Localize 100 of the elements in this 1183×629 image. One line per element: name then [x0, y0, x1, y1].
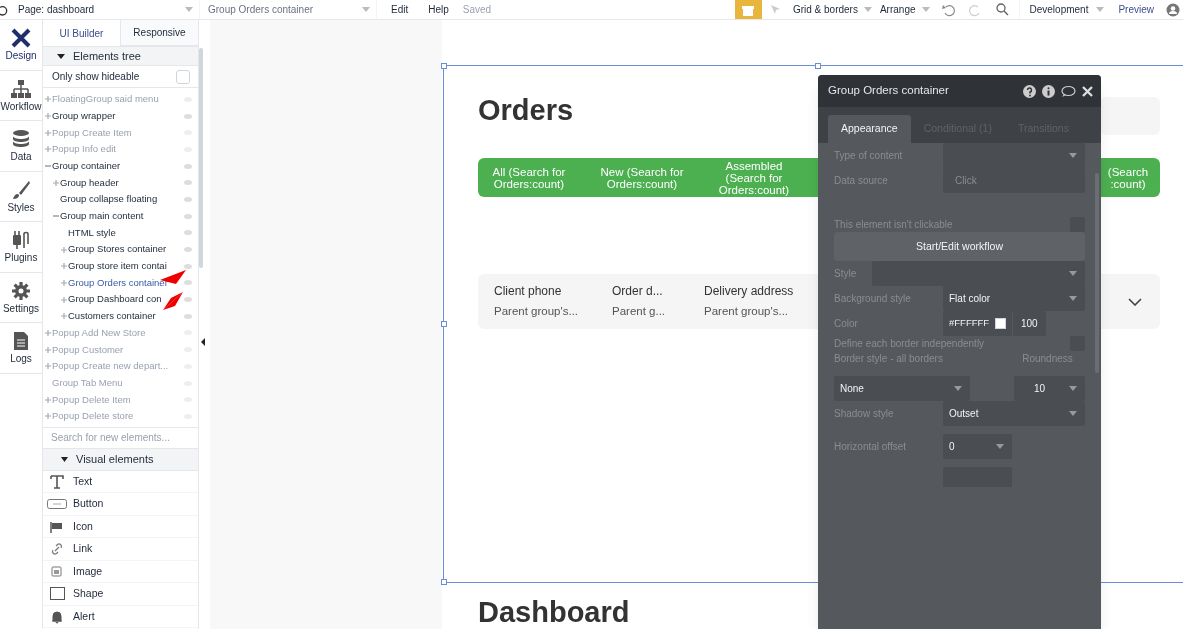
- comment-icon[interactable]: [1061, 84, 1076, 98]
- search-field[interactable]: Search for new elements...: [43, 426, 198, 449]
- eye-icon[interactable]: [184, 180, 192, 186]
- text-icon: [50, 474, 64, 489]
- eye-icon[interactable]: [184, 313, 192, 319]
- plus-icon[interactable]: [45, 329, 51, 336]
- plus-icon[interactable]: [45, 363, 51, 370]
- element-item[interactable]: Alert: [43, 605, 198, 629]
- info-icon[interactable]: [1042, 84, 1055, 98]
- tree-item[interactable]: Group header: [43, 174, 198, 192]
- cursor-icon[interactable]: [769, 3, 782, 16]
- checkbox[interactable]: [176, 69, 190, 84]
- plus-icon[interactable]: [61, 279, 67, 286]
- tree-item[interactable]: Group Orders container: [43, 274, 198, 292]
- section-header[interactable]: Visual elements: [43, 448, 198, 471]
- tree-item[interactable]: Group Dashboard con: [43, 291, 198, 308]
- close-icon[interactable]: [1082, 85, 1093, 97]
- resize-handle[interactable]: [441, 321, 447, 327]
- link-icon: [50, 542, 64, 556]
- color-field[interactable]: #FFFFFF 100: [943, 311, 1046, 336]
- environment-dropdown[interactable]: Development: [1018, 0, 1105, 19]
- plus-icon[interactable]: [45, 413, 51, 420]
- eye-icon[interactable]: [184, 163, 192, 169]
- resize-handle[interactable]: [441, 63, 447, 69]
- dropdown[interactable]: 10: [1014, 376, 1085, 401]
- editor-tab[interactable]: Appearance: [828, 115, 911, 143]
- redo-icon[interactable]: [967, 2, 982, 17]
- eye-icon[interactable]: [184, 280, 192, 286]
- panel-tab[interactable]: Responsive: [120, 20, 198, 46]
- dropdown[interactable]: None: [834, 376, 970, 401]
- eye-icon[interactable]: [184, 230, 192, 236]
- caret-icon: [185, 7, 193, 12]
- dropdown[interactable]: Flat color: [943, 286, 1085, 311]
- plus-icon[interactable]: [61, 246, 67, 253]
- plus-icon[interactable]: [61, 263, 67, 270]
- plus-icon[interactable]: [45, 346, 51, 353]
- editor-title: Group Orders container: [828, 83, 950, 99]
- plus-icon[interactable]: [45, 146, 51, 153]
- eye-icon[interactable]: [184, 297, 192, 303]
- dropdown[interactable]: [943, 143, 1085, 168]
- help-icon[interactable]: [1023, 84, 1036, 98]
- menu-item[interactable]: Help: [428, 2, 449, 17]
- brush-icon: [11, 179, 31, 200]
- element-item[interactable]: Text: [43, 470, 198, 494]
- caret-icon: [996, 444, 1004, 449]
- tree-item[interactable]: Group wrapper: [43, 107, 198, 125]
- flag-icon: [50, 519, 64, 534]
- resize-handle[interactable]: [815, 63, 821, 69]
- dropdown[interactable]: 0: [943, 434, 1012, 459]
- plus-icon[interactable]: [53, 179, 59, 186]
- tree-item[interactable]: Group store item contai: [43, 257, 198, 275]
- input-field[interactable]: Click: [943, 168, 1085, 193]
- dropdown[interactable]: Outset: [943, 401, 1085, 426]
- eye-icon[interactable]: [184, 247, 192, 253]
- chevron-down-icon[interactable]: [1128, 297, 1142, 306]
- tree-item[interactable]: Customers container: [43, 307, 198, 325]
- workflow-button[interactable]: Start/Edit workflow: [834, 232, 1085, 261]
- dropdown[interactable]: [872, 261, 1085, 286]
- triangle-icon: [57, 53, 65, 59]
- gift-button[interactable]: [734, 0, 762, 19]
- element-item[interactable]: Button: [43, 493, 198, 516]
- tree-item[interactable]: HTML style: [43, 224, 198, 242]
- collapse-icon[interactable]: [201, 338, 205, 346]
- column-value: Parent group's...: [494, 304, 580, 320]
- plus-icon[interactable]: [61, 296, 67, 303]
- tree-item[interactable]: Group container: [43, 157, 198, 175]
- column-value: Parent g...: [612, 304, 667, 320]
- tree-item[interactable]: Group Stores container: [43, 241, 198, 258]
- element-item[interactable]: Image: [43, 560, 198, 584]
- section-header[interactable]: Elements tree: [43, 46, 198, 66]
- element-item[interactable]: Shape: [43, 583, 198, 606]
- plus-icon[interactable]: [61, 313, 67, 320]
- eye-icon[interactable]: [184, 196, 192, 202]
- avatar-icon[interactable]: [1166, 2, 1180, 17]
- preview-link[interactable]: Preview: [1118, 2, 1154, 17]
- resize-handle[interactable]: [441, 579, 447, 585]
- undo-icon[interactable]: [941, 2, 956, 17]
- element-selector[interactable]: Group Orders container: [200, 0, 377, 19]
- caret-icon: [362, 7, 370, 12]
- search-field[interactable]: [1100, 97, 1160, 135]
- eye-icon[interactable]: [184, 113, 192, 119]
- minus-icon[interactable]: [53, 213, 59, 220]
- search-icon[interactable]: [995, 3, 1009, 16]
- minus-icon[interactable]: [45, 163, 51, 170]
- toolbar-dropdown[interactable]: Grid & borders: [792, 2, 872, 17]
- eye-icon[interactable]: [184, 263, 192, 269]
- element-item[interactable]: Icon: [43, 515, 198, 539]
- page-selector[interactable]: Page: dashboard: [10, 0, 200, 19]
- caret-icon: [1069, 411, 1077, 416]
- gear-icon: [11, 280, 31, 301]
- plus-icon[interactable]: [45, 396, 51, 403]
- scrollbar[interactable]: [199, 48, 203, 268]
- tree-item[interactable]: Group collapse floating: [43, 191, 198, 208]
- eye-icon[interactable]: [184, 213, 192, 219]
- plus-icon[interactable]: [45, 96, 51, 103]
- tree-item[interactable]: Group main content: [43, 207, 198, 225]
- toolbar-dropdown[interactable]: Arrange: [879, 2, 930, 17]
- plus-icon[interactable]: [45, 113, 51, 120]
- menu-item[interactable]: Edit: [391, 2, 409, 17]
- plus-icon[interactable]: [45, 129, 51, 136]
